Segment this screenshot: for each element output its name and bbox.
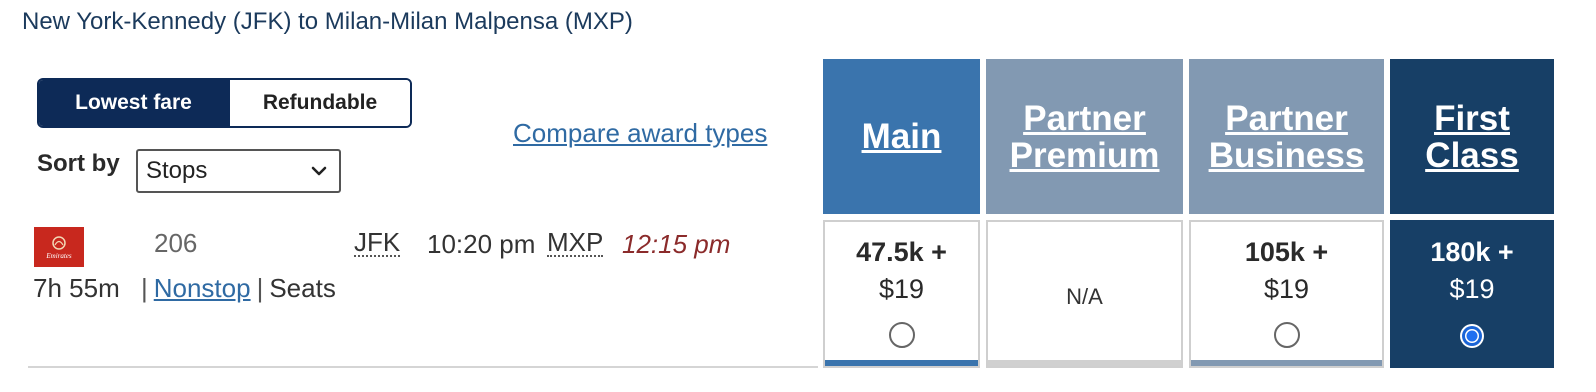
divider-pipe: |	[140, 273, 148, 303]
airline-emblem-icon	[52, 236, 66, 250]
column-header-first-class[interactable]: First Class	[1390, 59, 1554, 214]
lowest-fare-toggle[interactable]: Lowest fare	[39, 80, 228, 126]
column-label-line2: Business	[1208, 135, 1365, 175]
fare-cell-partner-business[interactable]: 105k + $19	[1189, 220, 1384, 368]
sort-select[interactable]: Stops	[136, 149, 341, 193]
divider-pipe: |	[256, 273, 264, 303]
refundable-toggle[interactable]: Refundable	[228, 80, 410, 126]
arrival-time: 12:15 pm	[622, 229, 731, 259]
departure-time: 10:20 pm	[427, 229, 536, 259]
origin-airport[interactable]: JFK	[354, 229, 401, 257]
destination-airport[interactable]: MXP	[547, 229, 604, 257]
fare-cell-accent	[988, 360, 1181, 366]
fare-taxes: $19	[878, 274, 925, 304]
compare-award-types-link[interactable]: Compare award types	[513, 118, 767, 149]
nonstop-link[interactable]: Nonstop	[154, 273, 251, 303]
column-label-line2: Class	[1425, 135, 1519, 175]
radio-checked-icon	[1460, 324, 1484, 348]
fare-taxes: $19	[1449, 274, 1495, 304]
fare-taxes: $19	[1263, 274, 1310, 304]
fare-points: 105k +	[1244, 237, 1329, 267]
airline-logo: Emirates	[34, 227, 84, 267]
fare-cell-partner-premium: N/A	[986, 220, 1183, 368]
column-header-partner-business[interactable]: Partner Business	[1189, 59, 1384, 214]
column-header-partner-premium[interactable]: Partner Premium	[986, 59, 1183, 214]
fare-type-toggle: Lowest fare Refundable	[37, 78, 412, 128]
not-available-text: N/A	[1066, 284, 1103, 309]
chevron-down-icon	[311, 166, 327, 176]
airline-logo-text: Emirates	[46, 252, 72, 260]
column-label-line2: Premium	[1009, 135, 1160, 175]
fare-points: 47.5k +	[856, 237, 947, 267]
fare-radio-selected[interactable]	[1459, 322, 1485, 348]
fare-radio[interactable]	[1273, 322, 1300, 348]
fare-radio[interactable]	[888, 322, 915, 348]
flight-number: 206	[154, 228, 198, 258]
route-title: New York-Kennedy (JFK) to Milan-Milan Ma…	[22, 8, 633, 35]
column-label-line1: First	[1434, 98, 1510, 138]
column-label-line1: Partner	[1225, 98, 1348, 138]
sort-by-label: Sort by	[37, 150, 120, 177]
column-label-line1: Partner	[1023, 98, 1146, 138]
row-divider	[28, 366, 818, 368]
fare-cell-main[interactable]: 47.5k + $19	[823, 220, 980, 368]
sort-selected-value: Stops	[146, 157, 208, 184]
seats-link[interactable]: Seats	[269, 273, 336, 303]
flight-duration: 7h 55m	[33, 273, 120, 303]
column-header-main[interactable]: Main	[823, 59, 980, 214]
column-label-main: Main	[861, 117, 942, 156]
fare-cell-accent	[1191, 360, 1382, 366]
fare-cell-first-class[interactable]: 180k + $19	[1390, 220, 1554, 368]
fare-cell-accent	[825, 360, 978, 366]
fare-points: 180k +	[1430, 237, 1514, 267]
flight-details-row: 7h 55m | Nonstop | Seats	[33, 273, 336, 304]
